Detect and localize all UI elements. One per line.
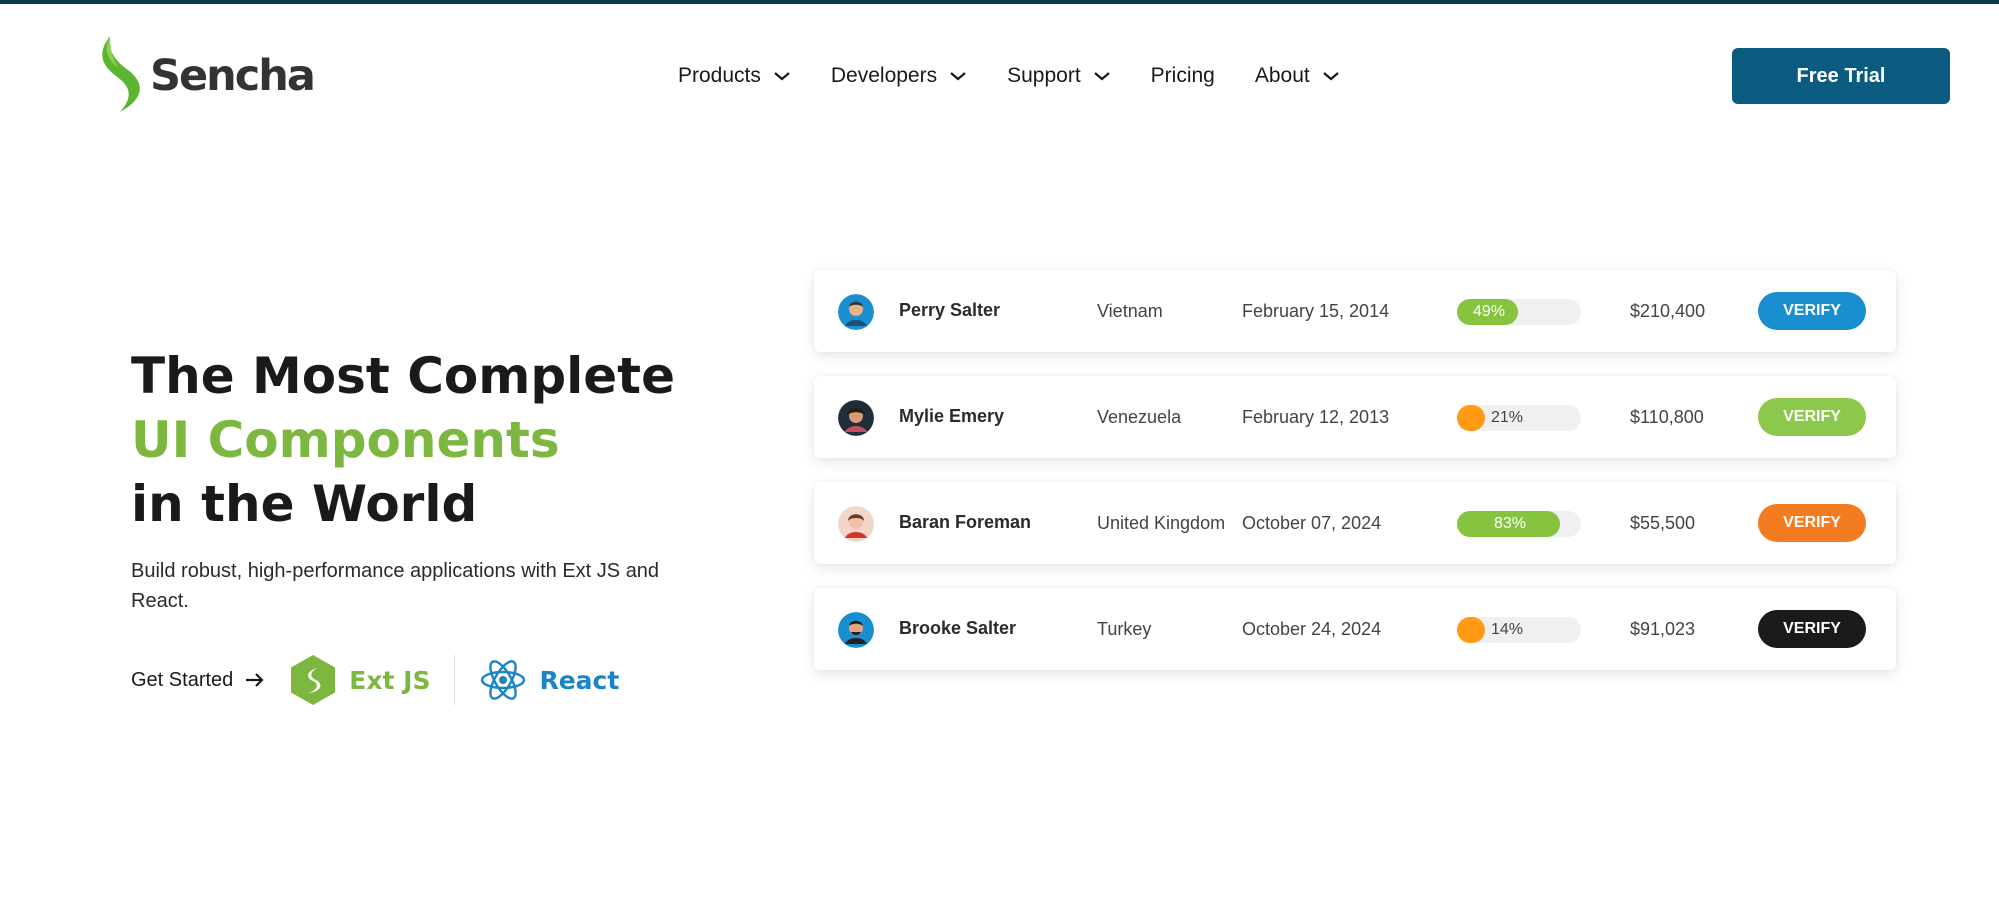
row-name: Perry Salter (899, 300, 1001, 320)
extjs-label: Ext JS (349, 665, 431, 695)
hero-title-line2: UI Components (131, 411, 560, 469)
chevron-down-icon (1093, 72, 1110, 81)
row-country: United Kingdom (1097, 513, 1226, 533)
nav-support[interactable]: Support (1007, 64, 1111, 88)
chevron-down-icon (950, 72, 966, 81)
main-nav: Products Developers Support Pricing Abou… (678, 60, 1380, 92)
extjs-link[interactable]: Ext JS (289, 654, 430, 706)
hero-subtitle: Build robust, high-performance applicati… (131, 560, 660, 612)
hero-title-line3: in the World (131, 475, 478, 533)
row-date: February 15, 2014 (1242, 301, 1390, 321)
nav-pricing[interactable]: Pricing (1151, 64, 1215, 88)
react-atom-icon (481, 660, 526, 700)
avatar (838, 294, 874, 330)
get-started-link[interactable]: Get Started (131, 669, 265, 692)
verify-button[interactable]: VERIFY (1758, 610, 1866, 648)
cta-row: Get Started Ext JS React (131, 654, 619, 706)
table-row: Brooke Salter Turkey October 24, 2024 14… (814, 588, 1896, 670)
avatar (838, 612, 874, 648)
table-row: Mylie Emery Venezuela February 12, 2013 … (814, 376, 1896, 458)
progress-label: 49% (1473, 303, 1506, 320)
nav-developers[interactable]: Developers (831, 64, 967, 88)
nav-products[interactable]: Products (678, 64, 791, 88)
nav-products-label: Products (678, 64, 761, 87)
progress-fill (1457, 617, 1485, 643)
free-trial-button[interactable]: Free Trial (1732, 48, 1950, 104)
row-name: Mylie Emery (899, 406, 1005, 426)
row-progress: 83% (1457, 511, 1581, 537)
arrow-right-icon (246, 673, 264, 687)
nav-developers-label: Developers (830, 64, 938, 87)
avatar (838, 506, 874, 542)
row-amount: $55,500 (1630, 513, 1696, 533)
get-started-label: Get Started (131, 668, 234, 691)
hero-title-line1: The Most Complete (131, 347, 675, 405)
react-label: React (539, 665, 620, 695)
top-accent-bar (0, 0, 1999, 4)
avatar (838, 400, 874, 436)
nav-about[interactable]: About (1255, 64, 1340, 88)
nav-support-label: Support (1007, 64, 1081, 87)
row-name: Brooke Salter (899, 618, 1017, 638)
row-progress: 21% (1457, 405, 1581, 431)
table-row: Baran Foreman United Kingdom October 07,… (814, 482, 1896, 564)
nav-about-label: About (1254, 64, 1310, 87)
row-name: Baran Foreman (899, 512, 1032, 532)
progress-fill (1457, 405, 1485, 431)
row-date: October 24, 2024 (1242, 619, 1382, 639)
chevron-down-icon (774, 72, 790, 81)
table-row: Perry Salter Vietnam February 15, 2014 4… (814, 270, 1896, 352)
row-amount: $110,800 (1630, 407, 1704, 427)
row-country: Turkey (1097, 619, 1152, 639)
row-date: October 07, 2024 (1242, 513, 1382, 533)
extjs-hexagon-icon (291, 655, 336, 705)
row-progress: 14% (1457, 617, 1581, 643)
progress-label: 83% (1494, 515, 1527, 532)
row-amount: $210,400 (1630, 301, 1706, 321)
row-date: February 12, 2013 (1242, 407, 1390, 427)
row-country: Vietnam (1097, 301, 1163, 321)
chevron-down-icon (1323, 72, 1339, 81)
row-country: Venezuela (1097, 407, 1182, 427)
nav-pricing-label: Pricing (1150, 64, 1215, 87)
sencha-leaf-icon (102, 36, 140, 112)
progress-label: 21% (1491, 409, 1524, 426)
sencha-logo[interactable]: Sencha (90, 34, 316, 114)
react-link[interactable]: React (479, 657, 619, 703)
verify-button[interactable]: VERIFY (1758, 292, 1866, 330)
row-amount: $91,023 (1630, 619, 1696, 639)
logo-wordmark: Sencha (150, 51, 316, 101)
verify-button[interactable]: VERIFY (1758, 398, 1866, 436)
cta-divider (454, 655, 456, 705)
verify-button[interactable]: VERIFY (1758, 504, 1866, 542)
progress-label: 14% (1491, 621, 1524, 638)
hero-title: The Most Complete UI Components in the W… (131, 344, 675, 536)
row-progress: 49% (1457, 299, 1581, 325)
